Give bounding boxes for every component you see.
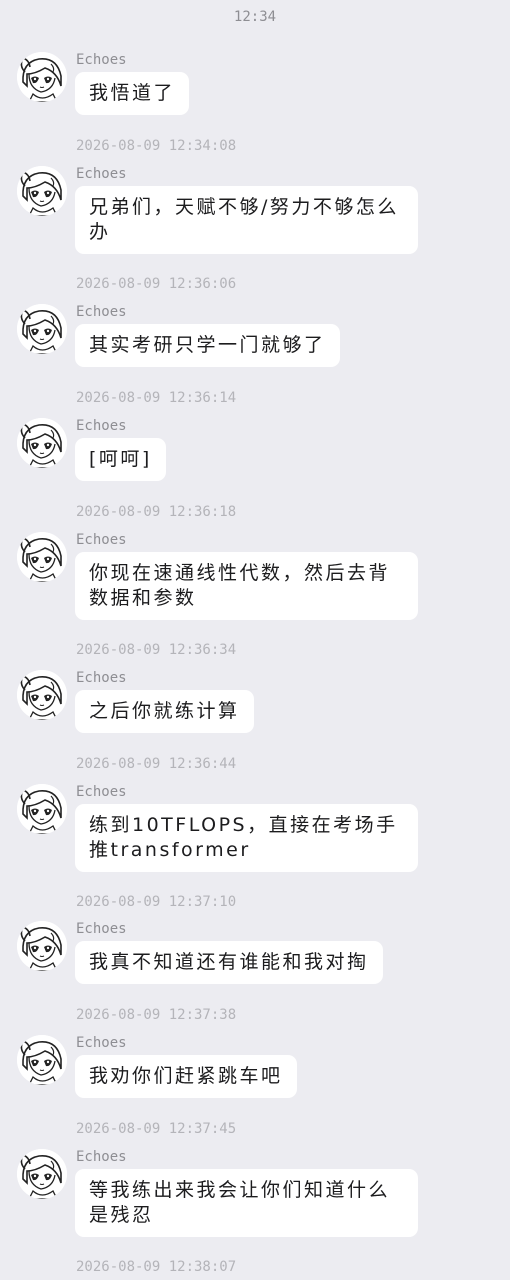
message-timestamp: 2026-08-09 12:36:34: [76, 642, 237, 658]
message-bubble[interactable]: [呵呵]: [75, 438, 166, 481]
message-bubble[interactable]: 我劝你们赶紧跳车吧: [75, 1055, 297, 1098]
avatar[interactable]: [17, 1149, 67, 1199]
anime-girl-avatar-icon: [17, 1149, 67, 1199]
anime-girl-avatar-icon: [17, 1035, 67, 1085]
anime-girl-avatar-icon: [17, 304, 67, 354]
message-timestamp: 2026-08-09 12:36:44: [76, 756, 237, 772]
conversation-time-header: 12:34: [233, 9, 277, 25]
sender-name: Echoes: [76, 418, 127, 434]
message-timestamp: 2026-08-09 12:38:07: [76, 1259, 237, 1275]
avatar[interactable]: [17, 418, 67, 468]
anime-girl-avatar-icon: [17, 532, 67, 582]
message-bubble[interactable]: 之后你就练计算: [75, 690, 254, 733]
sender-name: Echoes: [76, 784, 127, 800]
sender-name: Echoes: [76, 166, 127, 182]
message-bubble[interactable]: 我悟道了: [75, 72, 190, 115]
anime-girl-avatar-icon: [17, 52, 67, 102]
anime-girl-avatar-icon: [17, 670, 67, 720]
message-timestamp: 2026-08-09 12:36:06: [76, 276, 237, 292]
anime-girl-avatar-icon: [17, 166, 67, 216]
message-bubble[interactable]: 兄弟们，天赋不够/努力不够怎么办: [75, 186, 418, 254]
message-timestamp: 2026-08-09 12:37:10: [76, 894, 237, 910]
message-timestamp: 2026-08-09 12:34:08: [76, 138, 237, 154]
message-timestamp: 2026-08-09 12:36:14: [76, 390, 237, 406]
sender-name: Echoes: [76, 670, 127, 686]
anime-girl-avatar-icon: [17, 418, 67, 468]
avatar[interactable]: [17, 1035, 67, 1085]
message-bubble[interactable]: 其实考研只学一门就够了: [75, 324, 340, 367]
sender-name: Echoes: [76, 52, 127, 68]
sender-name: Echoes: [76, 304, 127, 320]
message-bubble[interactable]: 我真不知道还有谁能和我对掏: [75, 941, 383, 984]
avatar[interactable]: [17, 784, 67, 834]
message-timestamp: 2026-08-09 12:37:45: [76, 1121, 237, 1137]
sender-name: Echoes: [76, 1035, 127, 1051]
avatar[interactable]: [17, 166, 67, 216]
message-bubble[interactable]: 等我练出来我会让你们知道什么是残忍: [75, 1169, 418, 1237]
message-timestamp: 2026-08-09 12:37:38: [76, 1007, 237, 1023]
sender-name: Echoes: [76, 1149, 127, 1165]
message-bubble[interactable]: 你现在速通线性代数，然后去背数据和参数: [75, 552, 418, 620]
anime-girl-avatar-icon: [17, 784, 67, 834]
avatar[interactable]: [17, 52, 67, 102]
avatar[interactable]: [17, 304, 67, 354]
sender-name: Echoes: [76, 921, 127, 937]
message-bubble[interactable]: 练到10TFLOPS，直接在考场手推transformer: [75, 804, 418, 872]
message-timestamp: 2026-08-09 12:36:18: [76, 504, 237, 520]
avatar[interactable]: [17, 921, 67, 971]
avatar[interactable]: [17, 532, 67, 582]
sender-name: Echoes: [76, 532, 127, 548]
avatar[interactable]: [17, 670, 67, 720]
anime-girl-avatar-icon: [17, 921, 67, 971]
